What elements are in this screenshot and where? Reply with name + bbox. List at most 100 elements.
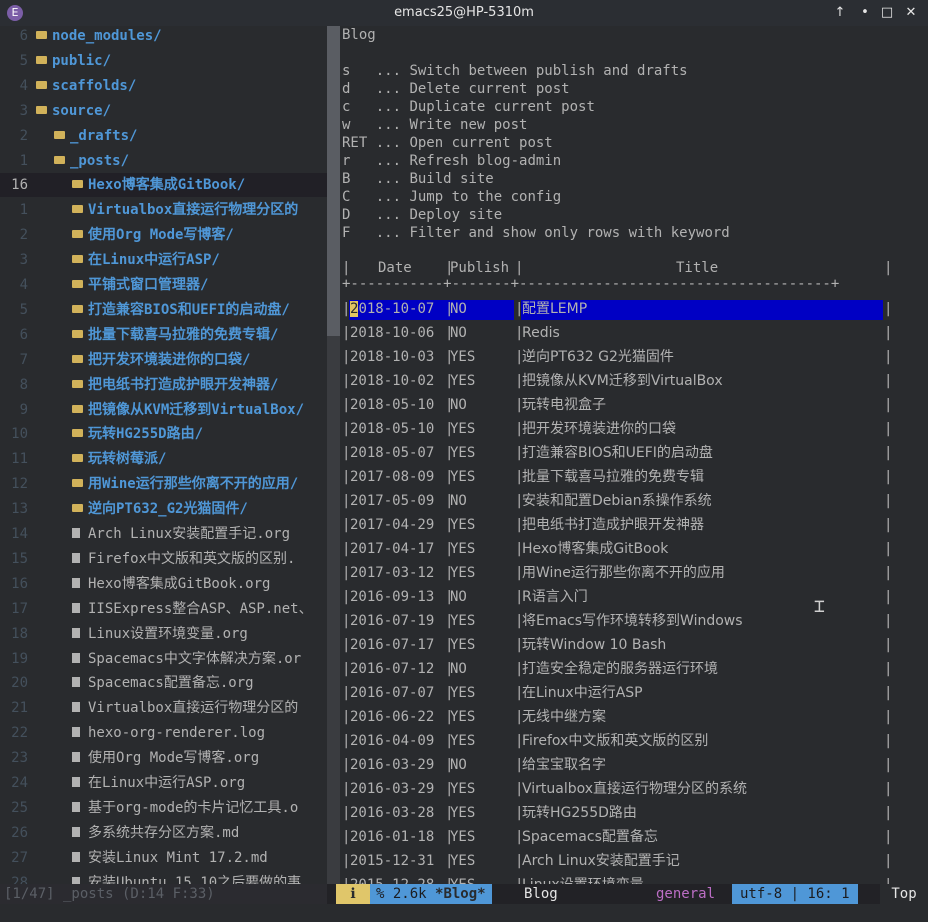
tree-file-row[interactable]: 17 IISExpress整合ASP、ASP.net、 <box>0 597 327 621</box>
tree-file-row[interactable]: 16 Hexo博客集成GitBook.org <box>0 572 327 596</box>
close-button[interactable]: ✕ <box>902 4 920 22</box>
tree-entry[interactable]: scaffolds/ <box>36 74 136 98</box>
tree-entry[interactable]: Arch Linux安装配置手记.org <box>72 522 290 546</box>
post-title[interactable]: Spacemacs配置备忘 <box>522 825 658 849</box>
tree-entry[interactable]: 把镜像从KVM迁移到VirtualBox/ <box>72 398 304 422</box>
post-publish[interactable]: YES <box>450 777 475 801</box>
tree-entry[interactable]: Virtualbox直接运行物理分区的 <box>72 696 298 720</box>
post-publish[interactable]: NO <box>450 321 467 345</box>
tree-entry[interactable]: hexo-org-renderer.log <box>72 721 265 745</box>
post-row[interactable]: | 2016-01-18 | YES | Spacemacs配置备忘 | <box>342 825 892 849</box>
post-row[interactable]: | 2016-07-19 | YES | 将Emacs写作环境转移到Windows | <box>342 609 892 633</box>
tree-folder-row[interactable]: 4 平铺式窗口管理器/ <box>0 273 327 297</box>
post-title[interactable]: 打造兼容BIOS和UEFI的启动盘 <box>522 441 713 465</box>
post-publish[interactable]: YES <box>450 681 475 705</box>
post-publish[interactable]: YES <box>450 465 475 489</box>
tree-folder-row[interactable]: 1 Virtualbox直接运行物理分区的 <box>0 198 327 222</box>
tree-entry[interactable]: 平铺式窗口管理器/ <box>72 273 208 297</box>
post-date[interactable]: 2016-07-12 <box>350 657 434 681</box>
post-row[interactable]: | 2016-07-07 | YES | 在Linux中运行ASP | <box>342 681 892 705</box>
post-date[interactable]: 2017-03-12 <box>350 561 434 585</box>
post-publish[interactable]: YES <box>450 417 475 441</box>
post-title[interactable]: Arch Linux安装配置手记 <box>522 849 680 873</box>
post-title[interactable]: 批量下载喜马拉雅的免费专辑 <box>522 465 704 489</box>
post-row[interactable]: | 2018-10-06 | NO | Redis | <box>342 321 892 345</box>
post-publish[interactable]: YES <box>450 633 475 657</box>
minimize-button[interactable]: • <box>856 4 874 22</box>
post-publish[interactable]: YES <box>450 369 475 393</box>
post-title[interactable]: 玩转HG255D路由 <box>522 801 637 825</box>
tree-folder-row[interactable]: 2 _drafts/ <box>0 124 327 148</box>
tree-folder-row[interactable]: 3 source/ <box>0 99 327 123</box>
tree-folder-row[interactable]: 9 把镜像从KVM迁移到VirtualBox/ <box>0 398 327 422</box>
post-row[interactable]: | 2015-12-31 | YES | Arch Linux安装配置手记 | <box>342 849 892 873</box>
post-title[interactable]: 玩转电视盒子 <box>522 393 606 417</box>
post-publish[interactable]: YES <box>450 537 475 561</box>
post-title[interactable]: 将Emacs写作环境转移到Windows <box>522 609 743 633</box>
post-row[interactable]: | 2016-06-22 | YES | 无线中继方案 | <box>342 705 892 729</box>
tree-entry[interactable]: 用Wine运行那些你离不开的应用/ <box>72 472 298 496</box>
post-row[interactable]: | 2018-05-10 | NO | 玩转电视盒子 | <box>342 393 892 417</box>
post-publish[interactable]: YES <box>450 441 475 465</box>
echo-area[interactable] <box>0 904 928 922</box>
post-title[interactable]: 在Linux中运行ASP <box>522 681 643 705</box>
post-title[interactable]: 给宝宝取名字 <box>522 753 606 777</box>
tree-entry[interactable]: 把电纸书打造成护眼开发神器/ <box>72 373 278 397</box>
post-date[interactable]: 2017-04-17 <box>350 537 434 561</box>
post-publish[interactable]: YES <box>450 705 475 729</box>
post-publish[interactable]: NO <box>450 585 467 609</box>
tree-file-row[interactable]: 19 Spacemacs中文字体解决方案.or <box>0 647 327 671</box>
tree-file-row[interactable]: 23 使用Org Mode写博客.org <box>0 746 327 770</box>
post-publish[interactable]: YES <box>450 345 475 369</box>
post-row[interactable]: | 2018-05-10 | YES | 把开发环境装进你的口袋 | <box>342 417 892 441</box>
tree-entry[interactable]: Linux设置环境变量.org <box>72 622 248 646</box>
tree-entry[interactable]: 使用Org Mode写博客.org <box>72 746 259 770</box>
post-row[interactable]: | 2018-10-03 | YES | 逆向PT632 G2光猫固件 | <box>342 345 892 369</box>
tree-entry[interactable]: 玩转树莓派/ <box>72 447 166 471</box>
post-date[interactable]: 2017-05-09 <box>350 489 434 513</box>
post-date[interactable]: 2017-08-09 <box>350 465 434 489</box>
post-row[interactable]: | 2017-05-09 | NO | 安装和配置Debian系操作系统 | <box>342 489 892 513</box>
post-date[interactable]: 2018-10-06 <box>350 321 434 345</box>
tree-entry[interactable]: source/ <box>36 99 111 123</box>
tree-entry[interactable]: 安装Ubuntu 15.10之后要做的事 <box>72 871 301 884</box>
post-publish[interactable]: NO <box>450 393 467 417</box>
post-title[interactable]: 用Wine运行那些你离不开的应用 <box>522 561 725 585</box>
tree-entry[interactable]: IISExpress整合ASP、ASP.net、 <box>72 597 313 621</box>
post-publish[interactable]: YES <box>450 561 475 585</box>
tree-entry[interactable]: 在Linux中运行ASP/ <box>72 248 220 272</box>
tree-file-row[interactable]: 21 Virtualbox直接运行物理分区的 <box>0 696 327 720</box>
tree-entry[interactable]: 在Linux中运行ASP.org <box>72 771 245 795</box>
post-row[interactable]: | 2018-05-07 | YES | 打造兼容BIOS和UEFI的启动盘 | <box>342 441 892 465</box>
post-date[interactable]: 2017-04-29 <box>350 513 434 537</box>
tree-entry[interactable]: 多系统共存分区方案.md <box>72 821 239 845</box>
tree-folder-row[interactable]: 13 逆向PT632_G2光猫固件/ <box>0 497 327 521</box>
post-title[interactable]: 玩转Window 10 Bash <box>522 633 666 657</box>
tree-entry[interactable]: Spacemacs配置备忘.org <box>72 671 254 695</box>
post-date[interactable]: 2018-05-10 <box>350 417 434 441</box>
post-row[interactable]: | 2016-07-17 | YES | 玩转Window 10 Bash | <box>342 633 892 657</box>
minor-mode-general[interactable]: general <box>656 884 715 904</box>
post-title[interactable]: Redis <box>522 321 560 345</box>
tree-file-row[interactable]: 18 Linux设置环境变量.org <box>0 622 327 646</box>
post-date[interactable]: 2016-06-22 <box>350 705 434 729</box>
tree-folder-row[interactable]: 5 打造兼容BIOS和UEFI的启动盘/ <box>0 298 327 322</box>
post-row[interactable]: | 2016-03-29 | YES | Virtualbox直接运行物理分区的系统 | <box>342 777 892 801</box>
tree-entry[interactable]: node_modules/ <box>36 26 162 48</box>
post-publish[interactable]: YES <box>450 729 475 753</box>
tree-entry[interactable]: 基于org-mode的卡片记忆工具.o <box>72 796 298 820</box>
tree-entry[interactable]: _drafts/ <box>54 124 137 148</box>
post-date[interactable]: 2018-05-10 <box>350 393 434 417</box>
post-date[interactable]: 2018-05-07 <box>350 441 434 465</box>
post-row[interactable]: | 2017-04-17 | YES | Hexo博客集成GitBook | <box>342 537 892 561</box>
tree-folder-row[interactable]: 10 玩转HG255D路由/ <box>0 422 327 446</box>
post-title[interactable]: 配置LEMP <box>522 297 587 321</box>
post-publish[interactable]: YES <box>450 801 475 825</box>
tree-folder-row[interactable]: 16 Hexo博客集成GitBook/ <box>0 173 327 198</box>
post-row[interactable]: |2015-12-28|YES|Linux设置环境变量| <box>342 873 892 884</box>
post-date[interactable]: 2016-04-09 <box>350 729 434 753</box>
tree-entry[interactable]: Firefox中文版和英文版的区别. <box>72 547 295 571</box>
post-row[interactable]: | 2016-09-13 | NO | R语言入门 | <box>342 585 892 609</box>
tree-entry[interactable]: 打造兼容BIOS和UEFI的启动盘/ <box>72 298 290 322</box>
keep-above-button[interactable]: ↑ <box>831 4 849 22</box>
